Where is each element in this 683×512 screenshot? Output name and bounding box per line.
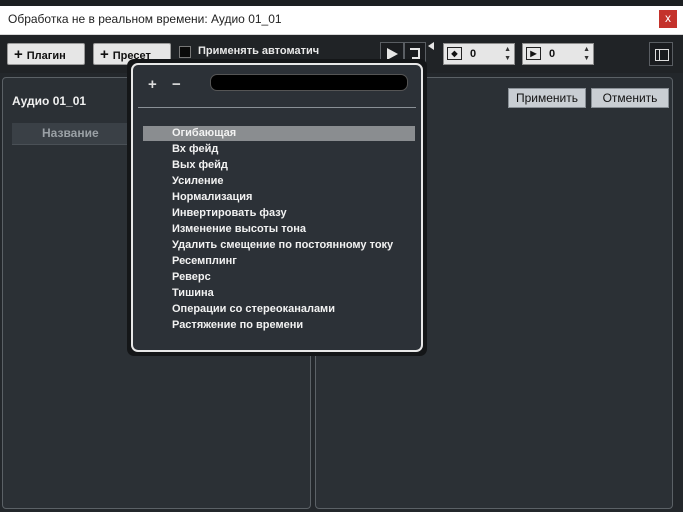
add-plugin-button[interactable]: + Плагин (7, 43, 85, 65)
post-crossfade-value: 0 (549, 48, 556, 60)
popup-panel: + − Огибающая Вх фейд Вых фейд Усиление … (131, 63, 423, 352)
column-header-label: Название (42, 126, 99, 140)
window-title: Обработка не в реальном времени: Аудио 0… (8, 12, 282, 26)
stepper-arrows-icon[interactable]: ▲ ▼ (583, 45, 590, 63)
divider (138, 107, 416, 108)
menu-item-normalize[interactable]: Нормализация (143, 190, 415, 205)
title-bar: Обработка не в реальном времени: Аудио 0… (0, 6, 683, 35)
close-button[interactable]: x (659, 10, 677, 28)
menu-item-silence[interactable]: Тишина (143, 286, 415, 301)
menu-item-resample[interactable]: Ресемплинг (143, 254, 415, 269)
menu-item-stereo-flip[interactable]: Операции со стереоканалами (143, 302, 415, 317)
plus-icon: + (14, 46, 23, 63)
crossfade-in-icon: ◆ (447, 47, 462, 60)
apply-button[interactable]: Применить (508, 88, 586, 108)
menu-item-time-stretch[interactable]: Растяжение по времени (143, 318, 415, 333)
menu-item-reverse[interactable]: Реверс (143, 270, 415, 285)
pre-crossfade-value: 0 (470, 48, 477, 60)
add-button[interactable]: + (148, 76, 157, 93)
menu-item-phase-reverse[interactable]: Инвертировать фазу (143, 206, 415, 221)
menu-item-envelope[interactable]: Огибающая (143, 126, 415, 141)
process-selector-popup: + − Огибающая Вх фейд Вых фейд Усиление … (127, 59, 427, 356)
plus-icon: + (100, 46, 109, 63)
menu-item-remove-dc-offset[interactable]: Удалить смещение по постоянному току (143, 238, 415, 253)
stepper-arrows-icon[interactable]: ▲ ▼ (504, 45, 511, 63)
post-crossfade-stepper[interactable]: ▶ 0 ▲ ▼ (522, 43, 594, 65)
search-field[interactable] (210, 74, 408, 91)
menu-item-fade-in[interactable]: Вх фейд (143, 142, 415, 157)
crossfade-out-icon: ▶ (526, 47, 541, 60)
cancel-button[interactable]: Отменить (591, 88, 669, 108)
arrow-left-icon (428, 42, 434, 50)
auto-apply-label: Применять автоматич (198, 45, 320, 57)
panel-title: Аудио 01_01 (12, 94, 87, 108)
auto-apply-checkbox[interactable] (179, 46, 191, 58)
add-plugin-label: Плагин (26, 50, 66, 62)
toggle-sidebar-button[interactable] (649, 42, 673, 66)
pre-crossfade-stepper[interactable]: ◆ 0 ▲ ▼ (443, 43, 515, 65)
menu-item-gain[interactable]: Усиление (143, 174, 415, 189)
sidebar-icon (655, 49, 669, 61)
remove-button[interactable]: − (172, 76, 181, 93)
menu-item-pitch-shift[interactable]: Изменение высоты тона (143, 222, 415, 237)
menu-item-fade-out[interactable]: Вых фейд (143, 158, 415, 173)
